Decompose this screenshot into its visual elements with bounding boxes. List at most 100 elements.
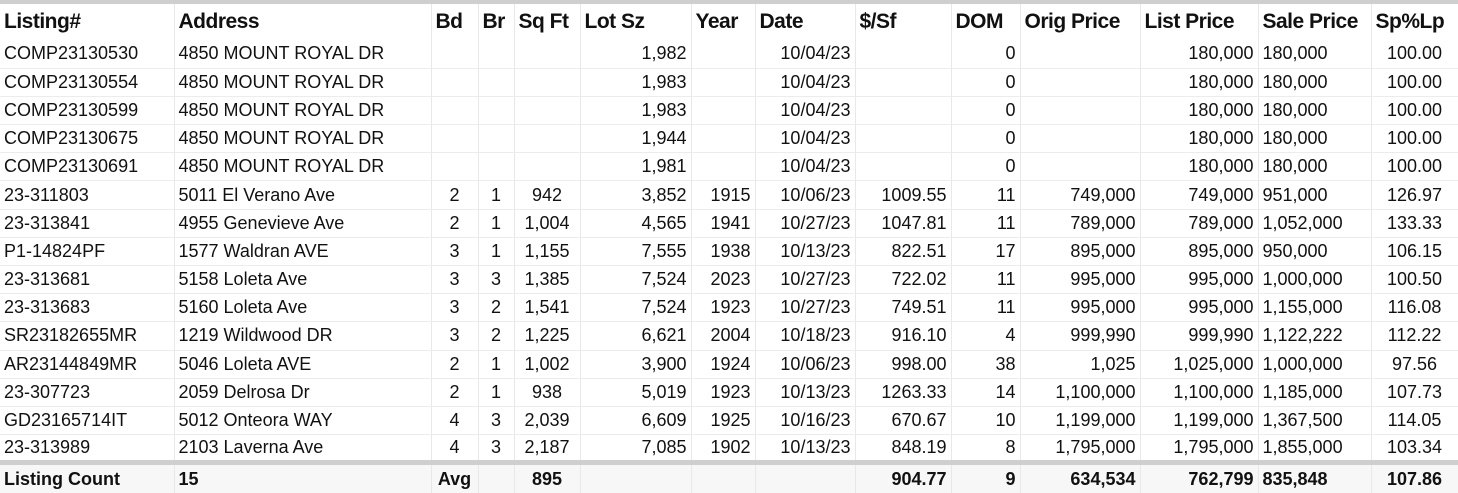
col-header-list-price[interactable]: List Price [1140, 0, 1259, 40]
cell-sale-price: 950,000 [1258, 237, 1372, 267]
cell-bd: 3 [431, 293, 479, 323]
cell-list-price: 1,025,000 [1140, 350, 1259, 379]
table-row[interactable]: 23-313683 5160 Loleta Ave 3 2 1,541 7,524 1923… [0, 293, 1458, 323]
cell-date: 10/13/23 [755, 237, 856, 267]
col-header-sale-price[interactable]: Sale Price [1258, 0, 1372, 40]
col-header-listing[interactable]: Listing# [0, 0, 175, 40]
cell-date: 10/18/23 [755, 321, 856, 351]
cell-bd [431, 124, 479, 154]
cell-sp-lp: 100.00 [1371, 40, 1458, 69]
table-row[interactable]: AR23144849MR 5046 Loleta AVE 2 1 1,002 3,900 1… [0, 350, 1458, 379]
cell-year [691, 40, 756, 69]
col-header-bd[interactable]: Bd [431, 0, 479, 40]
table-row[interactable]: COMP23130530 4850 MOUNT ROYAL DR 1,982 10/0… [0, 40, 1458, 69]
cell-price-per-sf [855, 68, 952, 97]
table-row[interactable]: 23-313841 4955 Genevieve Ave 2 1 1,004 4,565 1… [0, 209, 1458, 238]
cell-list-price: 749,000 [1140, 180, 1259, 210]
cell-sqft [514, 124, 581, 154]
cell-orig-price: 995,000 [1020, 265, 1141, 295]
cell-sp-lp: 106.15 [1371, 237, 1458, 267]
table-row[interactable]: COMP23130691 4850 MOUNT ROYAL DR 1,981 10/0… [0, 152, 1458, 182]
cell-listing: COMP23130599 [0, 96, 175, 126]
cell-date: 10/13/23 [755, 378, 856, 407]
cell-sale-price: 180,000 [1258, 152, 1372, 182]
table-row[interactable]: COMP23130554 4850 MOUNT ROYAL DR 1,983 10/0… [0, 68, 1458, 97]
cell-sp-lp: 97.56 [1371, 350, 1458, 379]
summary-avg-label: Avg [431, 460, 479, 493]
col-header-dom[interactable]: DOM [951, 0, 1021, 40]
col-header-sp-lp[interactable]: Sp%Lp [1371, 0, 1458, 40]
cell-sp-lp: 103.34 [1371, 434, 1458, 464]
summary-br [478, 460, 515, 493]
cell-dom: 38 [951, 350, 1021, 379]
summary-count: 15 [174, 460, 432, 493]
cell-year: 1902 [691, 434, 756, 464]
cell-sqft: 2,039 [514, 406, 581, 436]
cell-orig-price [1020, 124, 1141, 154]
cell-br: 1 [478, 180, 515, 210]
cell-br: 1 [478, 350, 515, 379]
cell-sqft: 1,225 [514, 321, 581, 351]
cell-address: 4955 Genevieve Ave [174, 209, 432, 238]
cell-sqft: 1,004 [514, 209, 581, 238]
cell-date: 10/04/23 [755, 152, 856, 182]
col-header-date[interactable]: Date [755, 0, 856, 40]
table-row[interactable]: P1-14824PF 1577 Waldran AVE 3 1 1,155 7,555 19… [0, 237, 1458, 267]
cell-dom: 0 [951, 152, 1021, 182]
table-row[interactable]: COMP23130599 4850 MOUNT ROYAL DR 1,983 10/0… [0, 96, 1458, 126]
col-header-address[interactable]: Address [174, 0, 432, 40]
cell-address: 4850 MOUNT ROYAL DR [174, 40, 432, 69]
listings-table: Listing# Address Bd Br Sq Ft Lot Sz Year… [0, 0, 1458, 493]
cell-dom: 0 [951, 124, 1021, 154]
table-row[interactable]: COMP23130675 4850 MOUNT ROYAL DR 1,944 10/0… [0, 124, 1458, 154]
cell-price-per-sf [855, 40, 952, 69]
cell-year: 1941 [691, 209, 756, 238]
cell-date: 10/04/23 [755, 96, 856, 126]
table-row[interactable]: 23-311803 5011 El Verano Ave 2 1 942 3,852 191… [0, 180, 1458, 210]
cell-lotsz: 3,852 [580, 180, 692, 210]
table-row[interactable]: 23-313989 2103 Laverna Ave 4 3 2,187 7,085 190… [0, 434, 1458, 464]
cell-lotsz: 3,900 [580, 350, 692, 379]
cell-lotsz: 5,019 [580, 378, 692, 407]
cell-sqft [514, 96, 581, 126]
cell-price-per-sf: 822.51 [855, 237, 952, 267]
col-header-year[interactable]: Year [691, 0, 756, 40]
cell-address: 2103 Laverna Ave [174, 434, 432, 464]
cell-br: 2 [478, 293, 515, 323]
cell-lotsz: 1,981 [580, 152, 692, 182]
cell-sp-lp: 114.05 [1371, 406, 1458, 436]
col-header-orig-price[interactable]: Orig Price [1020, 0, 1141, 40]
col-header-br[interactable]: Br [478, 0, 515, 40]
cell-dom: 17 [951, 237, 1021, 267]
table-row[interactable]: 23-313681 5158 Loleta Ave 3 3 1,385 7,524 2023… [0, 265, 1458, 295]
cell-list-price: 995,000 [1140, 293, 1259, 323]
cell-year: 1938 [691, 237, 756, 267]
col-header-sqft[interactable]: Sq Ft [514, 0, 581, 40]
cell-orig-price: 895,000 [1020, 237, 1141, 267]
table-row[interactable]: GD23165714IT 5012 Onteora WAY 4 3 2,039 6,609… [0, 406, 1458, 436]
cell-date: 10/06/23 [755, 180, 856, 210]
table-row[interactable]: 23-307723 2059 Delrosa Dr 2 1 938 5,019 1923 10… [0, 378, 1458, 407]
cell-br [478, 124, 515, 154]
cell-year: 1923 [691, 378, 756, 407]
cell-lotsz: 1,983 [580, 96, 692, 126]
cell-year [691, 68, 756, 97]
col-header-lotsz[interactable]: Lot Sz [580, 0, 692, 40]
cell-lotsz: 4,565 [580, 209, 692, 238]
cell-sqft: 942 [514, 180, 581, 210]
cell-address: 5046 Loleta AVE [174, 350, 432, 379]
cell-bd: 4 [431, 434, 479, 464]
cell-br [478, 96, 515, 126]
table-row[interactable]: SR23182655MR 1219 Wildwood DR 3 2 1,225 6,621… [0, 321, 1458, 351]
cell-address: 4850 MOUNT ROYAL DR [174, 68, 432, 97]
cell-listing: 23-307723 [0, 378, 175, 407]
cell-sp-lp: 100.00 [1371, 152, 1458, 182]
cell-price-per-sf: 1263.33 [855, 378, 952, 407]
col-header-price-per-sf[interactable]: $/Sf [855, 0, 952, 40]
cell-address: 5011 El Verano Ave [174, 180, 432, 210]
cell-list-price: 1,199,000 [1140, 406, 1259, 436]
cell-date: 10/13/23 [755, 434, 856, 464]
cell-orig-price [1020, 152, 1141, 182]
cell-date: 10/04/23 [755, 68, 856, 97]
cell-dom: 8 [951, 434, 1021, 464]
